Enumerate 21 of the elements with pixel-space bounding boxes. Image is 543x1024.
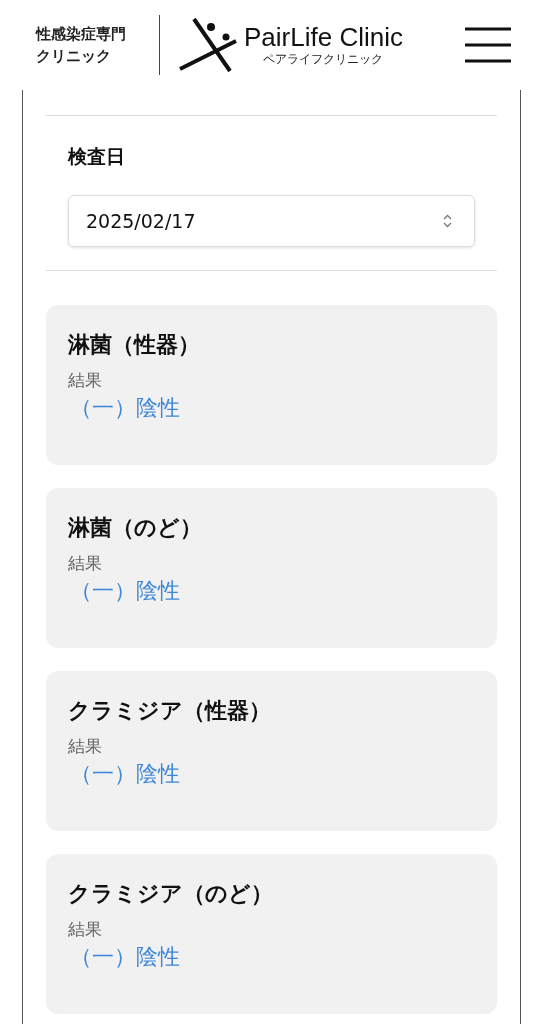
test-name: 淋菌（のど）	[68, 514, 203, 542]
result-label: 結果	[68, 918, 103, 940]
result-label: 結果	[68, 735, 103, 757]
test-name: 淋菌（性器）	[68, 331, 201, 359]
test-name: クラミジア（性器）	[68, 697, 272, 725]
result-value: （一）陰性	[70, 760, 181, 788]
clinic-tagline: 性感染症専門 クリニック	[36, 24, 126, 67]
test-name: クラミジア（のど）	[68, 880, 274, 908]
menu-button[interactable]	[465, 25, 511, 65]
result-value: （一）陰性	[70, 943, 181, 971]
result-label: 結果	[68, 552, 103, 574]
brand-kana: ペアライフクリニック	[263, 51, 384, 67]
exam-date-label: 検査日	[68, 144, 126, 169]
chevron-icon	[443, 214, 452, 228]
result-value: （一）陰性	[70, 577, 181, 605]
menu-icon	[465, 25, 511, 65]
date-select[interactable]: 2025/02/17	[68, 195, 475, 247]
result-value: （一）陰性	[70, 394, 181, 422]
brand-name: PairLife Clinic	[244, 23, 403, 51]
logo-icon	[178, 17, 238, 73]
result-label: 結果	[68, 369, 103, 391]
